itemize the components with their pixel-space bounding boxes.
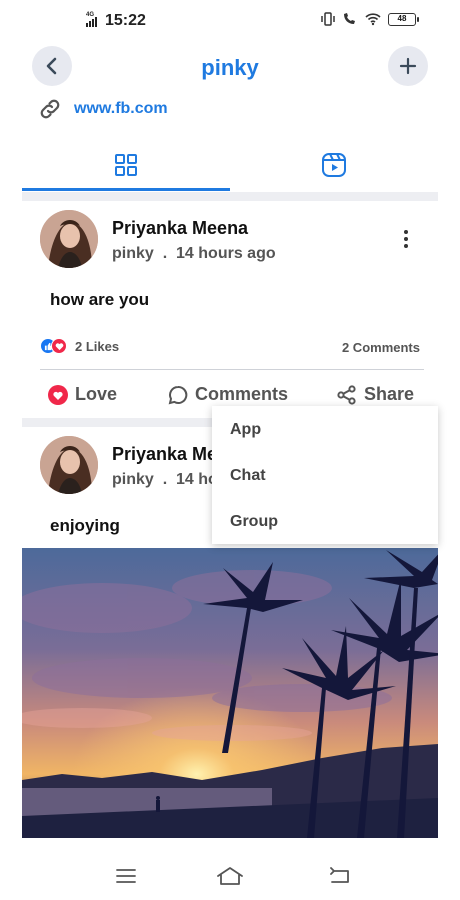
post-image[interactable] xyxy=(22,548,438,838)
avatar[interactable] xyxy=(40,210,98,268)
share-button[interactable]: Share xyxy=(337,384,414,405)
tab-reels[interactable] xyxy=(230,140,438,190)
plus-icon xyxy=(399,57,417,75)
tab-grid[interactable] xyxy=(22,140,230,190)
system-nav-bar xyxy=(0,848,460,900)
back-nav-button[interactable] xyxy=(326,864,354,888)
reels-icon xyxy=(322,153,346,177)
love-reaction-icon xyxy=(51,338,67,354)
post-card: Priyanka Meena pinky . 14 hours ago how … xyxy=(22,201,438,411)
more-options-icon[interactable] xyxy=(402,230,410,250)
avatar-image xyxy=(40,436,98,494)
home-icon xyxy=(217,867,243,885)
share-icon xyxy=(337,384,356,405)
add-button[interactable] xyxy=(388,46,428,86)
avatar[interactable] xyxy=(40,436,98,494)
sunset-photo xyxy=(22,548,438,838)
status-time: 15:22 xyxy=(105,12,146,29)
comments-button[interactable]: Comments xyxy=(168,384,288,405)
likes-count: 2 Likes xyxy=(75,338,120,354)
active-tab-indicator xyxy=(22,188,230,191)
profile-link[interactable]: www.fb.com xyxy=(38,97,168,121)
menu-icon xyxy=(116,869,136,883)
comments-count[interactable]: 2 Comments xyxy=(342,340,420,355)
signal-icon: 4G xyxy=(86,12,102,28)
comment-icon xyxy=(168,385,188,404)
link-icon xyxy=(40,99,60,119)
heart-icon xyxy=(48,384,68,405)
post-text: enjoying xyxy=(50,516,120,535)
share-menu: App Chat Group xyxy=(212,406,438,544)
post-meta: pinky . 14 hours ago xyxy=(112,245,276,262)
avatar-image xyxy=(40,210,98,268)
link-text[interactable]: www.fb.com xyxy=(74,100,168,118)
menu-button[interactable] xyxy=(112,864,140,888)
section-divider xyxy=(22,192,438,201)
profile-tabs xyxy=(22,140,438,192)
vibrate-icon xyxy=(321,12,335,26)
share-menu-item-app[interactable]: App xyxy=(230,421,261,439)
home-button[interactable] xyxy=(216,864,244,888)
reaction-summary[interactable]: 2 Likes xyxy=(40,338,119,354)
share-menu-item-chat[interactable]: Chat xyxy=(230,467,266,485)
share-menu-item-group[interactable]: Group xyxy=(230,513,278,531)
wifi-icon xyxy=(365,13,381,26)
return-icon xyxy=(330,867,349,883)
post-author[interactable]: Priyanka Meena xyxy=(112,218,248,239)
love-button[interactable]: Love xyxy=(48,384,117,405)
post-text: how are you xyxy=(50,290,150,309)
battery-icon: 48 xyxy=(388,12,419,26)
wifi-call-icon xyxy=(344,13,355,24)
status-bar: 4G 15:22 48 xyxy=(0,0,460,44)
grid-icon xyxy=(115,154,137,176)
divider xyxy=(40,369,424,370)
